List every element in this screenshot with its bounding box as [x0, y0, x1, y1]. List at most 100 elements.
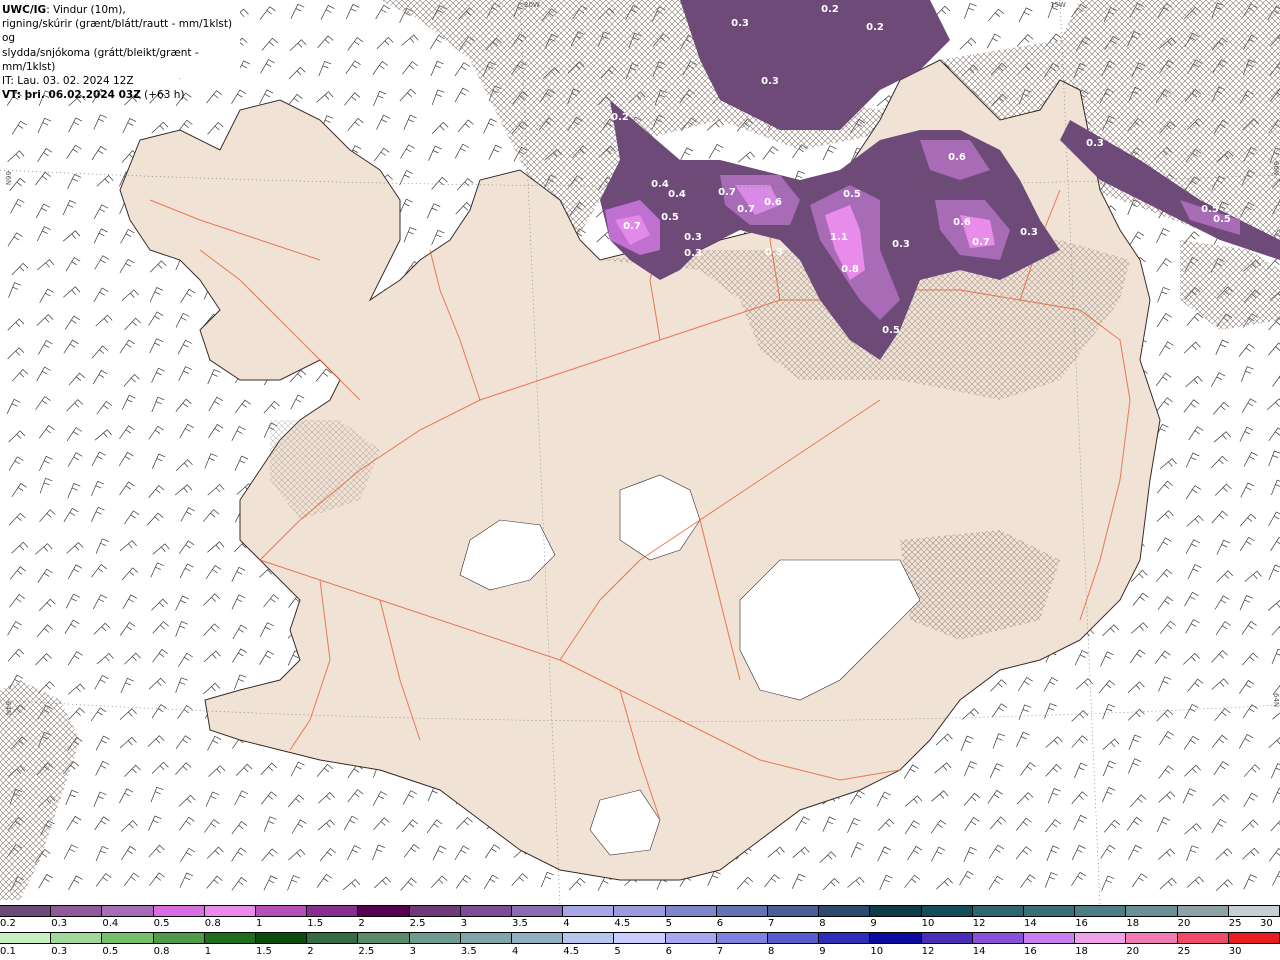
precip-value-label: 0.3 — [684, 248, 702, 259]
colorbar-tick-label: 12 — [972, 918, 986, 929]
coord-label-right-upper: 66N — [1272, 161, 1280, 175]
colorbar-swatch — [1228, 933, 1280, 943]
coord-label-left-lower: 64N — [4, 701, 12, 715]
precip-value-label: 0.3 — [761, 76, 779, 87]
colorbar-swatch — [512, 906, 564, 916]
header-valid-time: VT: þri. 06.02.2024 03Z (+63 h) — [2, 88, 240, 102]
colorbar-swatch — [1075, 933, 1127, 943]
colorbar-tick-label: 9 — [870, 918, 877, 929]
colorbar-tick-label: 18 — [1126, 918, 1140, 929]
colorbar-tick-label: 4 — [512, 946, 519, 957]
precip-value-label: 0.2 — [866, 22, 884, 33]
colorbar-tick-label: 0.3 — [51, 918, 68, 929]
colorbar-swatch — [153, 906, 205, 916]
colorbar-swatch — [204, 906, 257, 916]
colorbar-tick-label: 3 — [460, 918, 468, 929]
colorbar-tick-label: 6 — [665, 946, 672, 957]
colorbar-swatch — [921, 933, 973, 943]
colorbar-tick-label: 14 — [972, 946, 986, 957]
colorbar-swatch — [1075, 906, 1127, 916]
colorbar-swatch — [870, 906, 922, 916]
colorbar-tick-label: 8 — [819, 918, 826, 929]
colorbar-tick-label: 12 — [921, 946, 935, 957]
precip-value-label: 0.3 — [765, 247, 783, 258]
colorbar-swatch — [819, 906, 871, 916]
header-line-1: UWC/IG: Vindur (10m), — [2, 3, 240, 17]
colorbar-tick-label: 0.5 — [153, 918, 170, 929]
model-name: UWC/IG — [2, 4, 47, 16]
snow-colorbar-labels: 0.2 0.3 0.4 0.5 0.8 1 1.5 2 2.5 3 3.5 4 4.5 5 6 7 8 9 10 12… — [0, 918, 1280, 930]
colorbar-tick-label: 5 — [614, 946, 621, 957]
colorbar-swatch — [102, 933, 154, 943]
colorbar-tick-label: 2.5 — [409, 918, 426, 929]
colorbar-swatch — [716, 933, 769, 943]
colorbar-tick-label: 8 — [768, 946, 775, 957]
colorbar-tick-label: 2 — [358, 918, 365, 929]
precip-value-label: 0.5 — [843, 189, 861, 200]
colorbar-swatch — [204, 933, 257, 943]
snow-colorbar — [0, 905, 1280, 917]
colorbar-swatch — [1228, 906, 1280, 916]
colorbar-tick-label: 16 — [1075, 918, 1088, 929]
colorbar-swatch — [460, 933, 513, 943]
colorbar-swatch — [460, 906, 513, 916]
precip-value-label: 1.1 — [830, 232, 848, 243]
precip-value-label: 0.3 — [684, 232, 702, 243]
colorbar-tick-label: 3.5 — [460, 946, 477, 957]
precip-value-label: 0.7 — [972, 237, 990, 248]
precip-value-label: 0.3 — [1020, 227, 1038, 238]
precip-value-label: 0.7 — [737, 204, 755, 215]
colorbar-tick-label: 0.2 — [0, 918, 16, 929]
header-line-2: rigning/skúrir (grænt/blátt/rautt - mm/1… — [2, 18, 233, 45]
colorbar-swatch — [768, 933, 820, 943]
colorbar-tick-label: 0.1 — [0, 946, 16, 957]
colorbar-swatch — [0, 933, 52, 943]
coord-label-right-lower: 64N — [1272, 693, 1280, 707]
precip-value-label: 0.4 — [651, 179, 669, 190]
colorbar-tick-label: 1 — [204, 946, 212, 957]
colorbar-swatch — [1024, 906, 1076, 916]
colorbar-swatch — [716, 906, 769, 916]
precip-value-label: 0.3 — [731, 18, 749, 29]
valid-time-label: VT: þri. 06.02.2024 03Z — [2, 89, 141, 102]
colorbar-swatch — [409, 933, 461, 943]
colorbar-swatch — [614, 906, 666, 916]
weather-map: 0.20.20.30.30.20.40.40.50.70.30.30.70.70… — [0, 0, 1280, 905]
precip-value-label: 0.5 — [661, 212, 679, 223]
colorbar-swatch — [51, 933, 103, 943]
colorbar-tick-label: 5 — [665, 918, 672, 929]
colorbar-tick-label: 25 — [1228, 918, 1242, 929]
colorbar-tick-label: 1.5 — [256, 946, 272, 957]
precip-value-label: 0.6 — [953, 217, 971, 228]
colorbar-swatch — [870, 933, 922, 943]
coord-label-top-left: 20W — [524, 1, 540, 9]
colorbar-swatch — [665, 933, 717, 943]
colorbar-swatch — [921, 906, 973, 916]
colorbar-tick-label: 0.8 — [204, 918, 221, 929]
colorbar-swatch — [307, 933, 359, 943]
colorbar-tick-label: 0.5 — [102, 946, 119, 957]
colorbar-swatch — [358, 906, 410, 916]
colorbar-tick-label: 4 — [563, 918, 570, 929]
header-init-time: IT: Lau. 03. 02. 2024 12Z — [2, 75, 134, 88]
colorbar-swatch — [1177, 933, 1229, 943]
colorbar-swatch — [972, 933, 1025, 943]
colorbar-swatch — [563, 906, 615, 916]
colorbar-swatch — [256, 906, 308, 916]
precip-value-label: 0.3 — [1086, 138, 1104, 149]
colorbar-swatch — [0, 906, 52, 916]
map-header: UWC/IG: Vindur (10m), rigning/skúrir (gr… — [0, 0, 240, 101]
colorbar-tick-label: 20 — [1177, 918, 1191, 929]
colorbar-tick-label: 2 — [307, 946, 314, 957]
colorbar-swatch — [1126, 906, 1178, 916]
header-line-3: slydda/snjókoma (grátt/bleikt/grænt - mm… — [2, 46, 199, 73]
colorbar-tick-label: 3.5 — [512, 918, 528, 929]
colorbar-tick-label: 9 — [819, 946, 826, 957]
header-line-1-rest: : Vindur (10m), — [46, 4, 126, 16]
colorbar-tick-label: 3 — [409, 946, 416, 957]
colorbar-tick-label: 7 — [716, 946, 724, 957]
colorbar-tick-label: 0.3 — [51, 946, 68, 957]
colorbar-swatch — [819, 933, 871, 943]
precip-value-label: 0.4 — [668, 189, 686, 200]
colorbar-swatch — [307, 906, 359, 916]
